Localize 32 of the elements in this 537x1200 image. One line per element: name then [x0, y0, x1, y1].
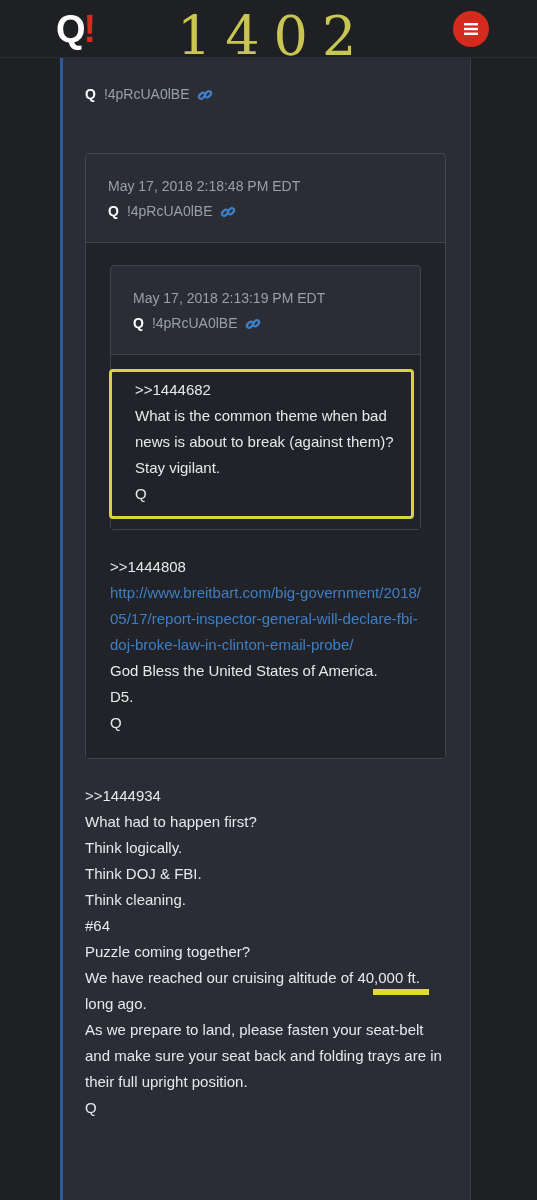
post-text: Think logically.: [85, 838, 184, 858]
post-date: May 17, 2018 2:18:48 PM EDT: [108, 177, 302, 196]
post-link[interactable]: http://www.breitbart.com/big-government/2018/05/17/report-inspector-general-will-declare-fbi-doj-broke-law-in-clinton-email-probe/: [110, 580, 421, 658]
post-text: Q: [110, 713, 123, 733]
post-text: >>1444808: [110, 557, 187, 577]
author-name: Q: [85, 85, 96, 104]
post-text: #64: [85, 916, 112, 936]
logo[interactable]: Q!: [56, 9, 95, 48]
tripcode: !4pRcUA0lBE: [103, 85, 190, 104]
menu-button[interactable]: [453, 10, 489, 47]
author-name: Q: [133, 314, 144, 333]
post-text: Q: [85, 1098, 98, 1118]
post-date: May 17, 2018 2:13:19 PM EDT: [133, 289, 327, 308]
author-name: Q: [108, 202, 119, 221]
post-text: What is the common theme when bad news is about to break (against them)?: [135, 406, 395, 452]
post-text: D5.: [110, 687, 135, 707]
post-text: What had to happen first?: [85, 812, 258, 832]
underline-mark: [373, 989, 429, 995]
handwritten-number: 1402: [176, 9, 371, 64]
post-text: Q: [135, 484, 148, 504]
post-text: >>1444682: [135, 380, 212, 400]
menu-icon: [464, 22, 478, 35]
tripcode: !4pRcUA0lBE: [151, 314, 238, 333]
post-text: As we prepare to land, please fasten your seat-belt and make sure your seat back and folding trays are in their full upright position.: [85, 1020, 443, 1092]
post-text: God Bless the United States of America.: [110, 661, 379, 681]
tripcode: !4pRcUA0lBE: [126, 202, 213, 221]
post-text: Stay vigilant.: [135, 458, 222, 478]
post-text: Think cleaning.: [85, 890, 187, 910]
post-text: Think DOJ & FBI.: [85, 864, 203, 884]
post-text: We have reached our cruising altitude of 40,000 ft. long ago.: [85, 965, 446, 1017]
post-text: >>1444934: [85, 786, 162, 806]
post-text: Puzzle coming together?: [85, 942, 252, 962]
